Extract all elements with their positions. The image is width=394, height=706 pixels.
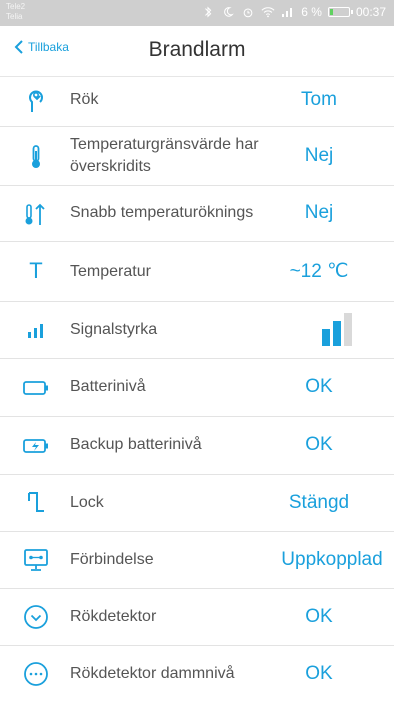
list-item-value: Nej <box>304 145 334 166</box>
wifi-icon <box>261 7 275 18</box>
list-item-value: OK <box>305 376 333 397</box>
check-circle-icon <box>22 603 50 631</box>
list-item-backup-battery-level[interactable]: Backup batterinivå OK <box>0 417 394 475</box>
list-item-connection[interactable]: Förbindelse Uppkopplad <box>0 532 394 589</box>
signal-strength-bars <box>322 313 352 346</box>
signal-bar-2 <box>333 321 341 346</box>
signal-icon <box>282 8 293 17</box>
temperature-icon: T <box>22 257 50 285</box>
list-item-smoke-detector-dust[interactable]: Rökdetektor dammnivå OK <box>0 646 394 706</box>
list-item-value: Nej <box>304 202 334 223</box>
rapid-temperature-icon <box>22 200 50 228</box>
alarm-icon <box>243 8 253 18</box>
connection-icon <box>22 546 50 574</box>
backup-battery-icon <box>22 432 50 460</box>
list-item-signal-strength[interactable]: Signalstyrka <box>0 302 394 359</box>
carrier-names: Tele2 Telia <box>6 2 25 22</box>
signal-bar-3 <box>344 313 352 346</box>
list-item-battery-level[interactable]: Batterinivå OK <box>0 359 394 417</box>
header: Tillbaka Brandlarm <box>0 26 394 77</box>
list-item-label: Batterinivå <box>70 378 146 395</box>
list-item-value: Tom <box>301 89 337 110</box>
battery-icon <box>327 7 353 17</box>
list-item-label: Lock <box>70 494 104 511</box>
list-item-label: Snabb temperaturöknings <box>70 204 254 221</box>
list-item-label: Temperatur <box>70 263 151 280</box>
list-item-value: Uppkopplad <box>281 549 383 570</box>
list-item-value: ~12 ℃ <box>289 261 349 282</box>
list-item-smoke-detector[interactable]: Rökdetektor OK <box>0 589 394 646</box>
thermometer-icon <box>22 143 50 171</box>
list-item-rapid-temperature-rise[interactable]: Snabb temperaturöknings Nej <box>0 186 394 242</box>
list-item-temperature-threshold[interactable]: Temperaturgränsvärde har överskridits Ne… <box>0 127 394 186</box>
smoke-icon <box>22 87 50 115</box>
list-item-smoke[interactable]: Rök Tom <box>0 76 394 127</box>
more-circle-icon <box>22 660 50 688</box>
temperature-letter: T <box>29 258 43 283</box>
carrier-1: Tele2 <box>6 2 26 11</box>
list-item-value: OK <box>305 434 333 455</box>
lid-icon <box>22 489 50 517</box>
signal-bar-1 <box>322 329 330 346</box>
battery-icon <box>22 374 50 402</box>
list-item-lid[interactable]: Lock Stängd <box>0 475 394 532</box>
signal-strength-icon <box>22 316 50 344</box>
list-item-value: OK <box>305 606 333 627</box>
list-item-label: Rökdetektor dammnivå <box>70 665 235 682</box>
sensor-list: Rök Tom Temperaturgränsvärde har överskr… <box>0 76 394 706</box>
list-item-value: OK <box>305 663 333 684</box>
clock: 00:37 <box>355 5 386 19</box>
list-item-label: Rök <box>70 91 99 108</box>
list-item-label: Förbindelse <box>70 551 154 568</box>
status-icons: 6 % 00:37 <box>201 5 386 19</box>
list-item-label: Backup batterinivå <box>70 436 202 453</box>
list-item-label: Signalstyrka <box>70 321 158 338</box>
status-bar: Tele2 Telia 6 % 00:37 <box>0 0 394 26</box>
battery-percent: 6 % <box>301 5 322 19</box>
page-title: Brandlarm <box>148 38 246 61</box>
moon-icon <box>224 7 235 17</box>
list-item-temperature[interactable]: T Temperatur ~12 ℃ <box>0 242 394 302</box>
bluetooth-icon <box>205 6 212 18</box>
list-item-value: Stängd <box>288 492 350 513</box>
list-item-label: Rökdetektor <box>70 608 157 625</box>
carrier-2: Telia <box>6 12 23 21</box>
